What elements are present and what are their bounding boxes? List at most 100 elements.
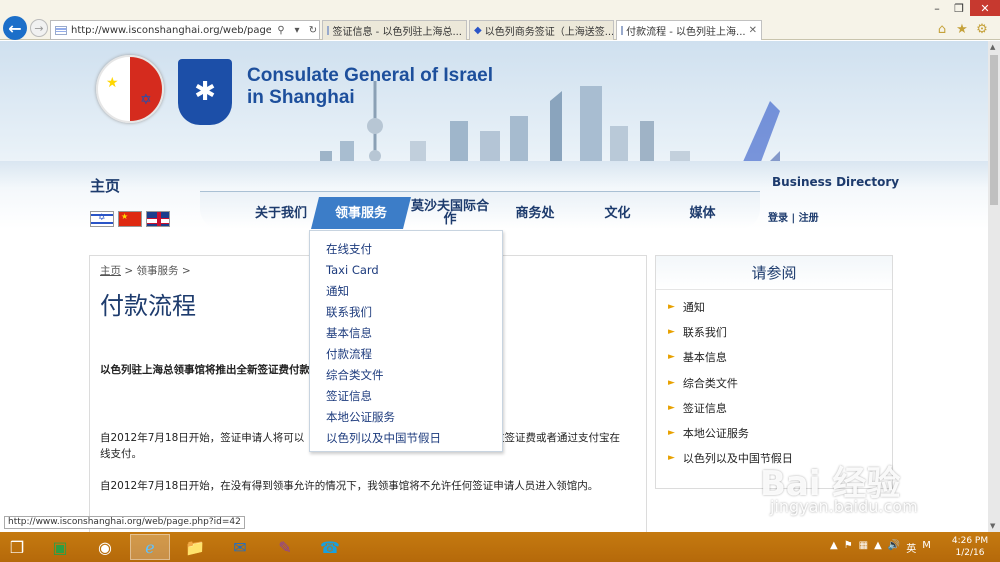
tray-expand-icon[interactable]: ▲ (830, 540, 838, 555)
arrow-icon: ► (668, 403, 675, 413)
china-israel-emblem: ★ ✡ (96, 55, 164, 123)
clock-time: 4:26 PM (951, 536, 989, 546)
breadcrumb: 主页 > 领事服务 > (100, 263, 191, 278)
breadcrumb-end: > (181, 265, 191, 277)
maximize-button[interactable]: ❐ (948, 0, 970, 16)
internet-explorer-icon[interactable]: ℯ (130, 534, 170, 560)
clock[interactable]: 4:26 PM 1/2/16 (948, 535, 992, 559)
dropdown-item-payment-process[interactable]: 付款流程 (310, 344, 502, 365)
forward-button[interactable]: → (30, 19, 48, 37)
home-link[interactable]: 主页 (90, 175, 120, 196)
tab-favicon (621, 26, 624, 35)
flag-icon[interactable]: ⚑ (844, 540, 853, 555)
browser-tab-2[interactable]: ◆ 以色列商务签证（上海送签... (469, 20, 614, 40)
back-button[interactable]: ← (3, 16, 27, 40)
scroll-down-arrow-icon[interactable]: ▼ (990, 522, 998, 530)
ime-mode-indicator[interactable]: M (922, 540, 931, 555)
dropdown-item-contact[interactable]: 联系我们 (310, 302, 502, 323)
ime-indicator[interactable]: 英 (906, 540, 916, 555)
browser-tab-active[interactable]: 付款流程 - 以色列驻上海... ✕ (616, 20, 762, 40)
arrow-icon: ► (668, 428, 675, 438)
page-title: 付款流程 (100, 292, 196, 320)
scroll-up-arrow-icon[interactable]: ▲ (990, 43, 998, 51)
sidebar-title: 请参阅 (656, 256, 892, 290)
nav-commerce[interactable]: 商务处 (500, 197, 570, 229)
arrow-icon: ► (668, 352, 675, 362)
onenote-icon[interactable]: ✎ (265, 534, 305, 560)
nav-about-us[interactable]: 关于我们 (246, 197, 316, 229)
arrow-icon: ► (668, 378, 675, 388)
sidebar-item-contact[interactable]: ► 联系我们 (668, 324, 727, 340)
dropdown-item-basic-info[interactable]: 基本信息 (310, 323, 502, 344)
tab-label: 付款流程 - 以色列驻上海... (626, 27, 746, 38)
hebrew-flag-icon[interactable]: ✡ (90, 211, 114, 227)
action-center-icon[interactable]: ▦ (859, 540, 868, 555)
baidu-watermark-url: jingyan.baidu.com (770, 497, 918, 516)
chinese-flag-icon[interactable]: ★ (118, 211, 142, 227)
minimize-button[interactable]: – (926, 0, 948, 16)
close-window-button[interactable]: ✕ (970, 0, 1000, 16)
dropdown-item-notice[interactable]: 通知 (310, 281, 502, 302)
dropdown-item-taxi-card[interactable]: Taxi Card (310, 260, 502, 281)
dropdown-item-general-documents[interactable]: 综合类文件 (310, 365, 502, 386)
china-star-icon: ★ (106, 75, 119, 91)
dropdown-item-notary[interactable]: 本地公证服务 (310, 407, 502, 428)
store-icon[interactable]: ▣ (40, 534, 80, 560)
dropdown-item-online-payment[interactable]: 在线支付 (310, 239, 502, 260)
tab-close-icon[interactable]: ✕ (749, 25, 757, 36)
sidebar-item-general-documents[interactable]: ► 综合类文件 (668, 375, 738, 391)
see-also-sidebar: 请参阅 ► 通知 ► 联系我们 ► 基本信息 ► 综合类文件 ► 签证信息 ► 本地公证服务… (655, 255, 893, 489)
nav-media[interactable]: 媒体 (675, 197, 730, 229)
shield-icon: ◆ (474, 25, 482, 36)
breadcrumb-home[interactable]: 主页 (100, 265, 121, 277)
clock-date: 1/2/16 (955, 548, 985, 558)
breadcrumb-section[interactable]: 领事服务 (137, 265, 179, 277)
sidebar-item-notary[interactable]: ► 本地公证服务 (668, 425, 749, 441)
sidebar-item-label: 联系我们 (682, 326, 727, 339)
register-link[interactable]: 注册 (799, 213, 819, 224)
israel-emblem-menorah-icon: ✱ (178, 59, 232, 125)
webpage: ★ ✡ ✱ Consulate General of Israel in Sha… (0, 41, 988, 532)
chrome-icon[interactable]: ◉ (85, 534, 125, 560)
address-url[interactable]: http://www.isconshanghai.org/web/page.ph… (71, 25, 271, 36)
nav-culture[interactable]: 文化 (590, 197, 645, 229)
browser-tab-1[interactable]: 签证信息 - 以色列驻上海总... (322, 20, 467, 40)
tab-label: 以色列商务签证（上海送签... (484, 27, 614, 38)
volume-icon[interactable]: 🔊 (888, 540, 900, 555)
refresh-icon[interactable]: ↻ (307, 25, 319, 36)
business-directory-link[interactable]: Business Directory (772, 175, 899, 189)
address-bar[interactable]: http://www.isconshanghai.org/web/page.ph… (50, 20, 320, 40)
consulate-subtitle: in Shanghai (247, 87, 355, 108)
sidebar-item-notice[interactable]: ► 通知 (668, 299, 705, 315)
outlook-icon[interactable]: ✉ (220, 534, 260, 560)
login-separator: | (791, 213, 796, 224)
dropdown-item-holidays[interactable]: 以色列以及中国节假日 (310, 428, 502, 449)
nav-consular-services[interactable]: 领事服务 (311, 197, 411, 229)
english-flag-icon[interactable] (146, 211, 170, 227)
sidebar-item-label: 综合类文件 (682, 377, 738, 390)
arrow-icon: ► (668, 327, 675, 337)
scroll-thumb[interactable] (990, 55, 998, 205)
status-bar: http://www.isconshanghai.org/web/page.ph… (4, 516, 245, 529)
lead-text: 以色列驻上海总领事馆将推出全新签证费付款 (100, 364, 310, 376)
home-icon[interactable]: ⌂ (934, 22, 950, 38)
login-link[interactable]: 登录 (768, 213, 788, 224)
start-button-windows-icon[interactable]: ❒ (2, 534, 32, 560)
search-icon[interactable]: ⚲ (275, 25, 287, 36)
nav-mashav[interactable]: 莫沙夫国际合作 (410, 197, 490, 229)
file-explorer-icon[interactable]: 📁 (175, 534, 215, 560)
vertical-scrollbar[interactable]: ▲ ▼ (988, 41, 1000, 532)
skype-icon[interactable]: ☎ (310, 534, 350, 560)
consulate-title: Consulate General of Israel (247, 65, 494, 86)
sidebar-item-basic-info[interactable]: ► 基本信息 (668, 349, 727, 365)
favorites-star-icon[interactable]: ★ (954, 22, 970, 38)
dropdown-arrow-icon[interactable]: ▾ (291, 25, 303, 36)
settings-gear-icon[interactable]: ⚙ (974, 22, 990, 38)
network-icon[interactable]: ▲ (874, 540, 882, 555)
breadcrumb-separator: > (124, 265, 134, 277)
login-links: 登录 | 注册 (768, 209, 819, 224)
sidebar-item-visa-info[interactable]: ► 签证信息 (668, 400, 727, 416)
paragraph-2: 自2012年7月18日开始，在没有得到领事允许的情况下，我领事馆将不允许任何签证… (100, 480, 599, 492)
dropdown-item-visa-info[interactable]: 签证信息 (310, 386, 502, 407)
sidebar-item-label: 基本信息 (682, 351, 727, 364)
